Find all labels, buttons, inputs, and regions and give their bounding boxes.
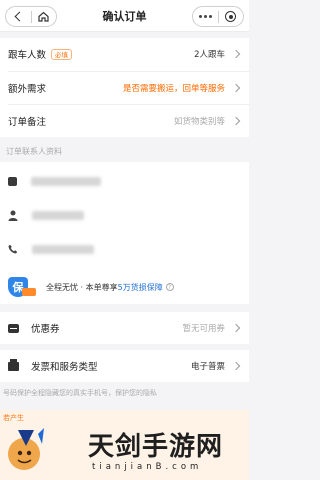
companions-value: 2人跟车 [194, 50, 225, 60]
more-button[interactable] [193, 7, 218, 26]
invoice-label: 发票和服务类型 [31, 362, 98, 373]
blurred-name [32, 210, 84, 220]
row-extra-requirements[interactable]: 额外需求 是否需要搬运，回单等服务 [0, 72, 249, 104]
required-badge: 必填 [51, 48, 73, 60]
watermark-title: 天剑手游网 [88, 432, 224, 462]
coupon-card: 优惠券 暂无可用券 [0, 312, 249, 344]
mini-program-capsule [192, 6, 244, 27]
phone-icon [8, 244, 18, 254]
guarantee-banner[interactable]: 保 全程无忧 · 本单尊享5万货损保障? [0, 270, 249, 304]
remark-label: 订单备注 [8, 117, 47, 128]
contact-card [0, 162, 249, 270]
watermark-logo [8, 428, 44, 470]
blurred-time [31, 176, 101, 186]
truck-icon [22, 288, 36, 296]
contact-time-row[interactable] [0, 164, 249, 198]
row-remark[interactable]: 订单备注 如货物类别等 [0, 105, 249, 137]
watermark-url: tianjianB.com [92, 462, 203, 472]
coupon-value: 暂无可用券 [182, 324, 225, 334]
companions-label: 跟车人数 [8, 50, 47, 61]
contact-name-row[interactable] [0, 198, 249, 232]
chevron-right-icon [231, 323, 241, 333]
remark-value: 如货物类别等 [173, 117, 225, 127]
guarantee-text: 全程无忧 · 本单尊享5万货损保障? [46, 282, 174, 293]
coupon-label: 优惠券 [31, 324, 60, 335]
extra-label: 额外需求 [8, 84, 47, 95]
close-button[interactable] [219, 7, 244, 26]
chevron-right-icon [231, 361, 241, 371]
person-icon [8, 210, 18, 221]
target-icon [225, 11, 237, 22]
chevron-right-icon [231, 116, 241, 126]
nav-bar: 确认订单 [0, 0, 249, 32]
invoice-value: 电子普票 [190, 362, 225, 372]
help-icon[interactable]: ? [165, 283, 174, 291]
order-card: 跟车人数 必填 2人跟车 额外需求 是否需要搬运，回单等服务 订单备注 如货物类… [0, 38, 249, 137]
invoice-card: 发票和服务类型 电子普票 [0, 350, 249, 382]
watermark: 天剑手游网 tianjianB.com [0, 418, 249, 480]
guarantee-prefix: 全程无忧 · 本单尊享 [46, 282, 118, 292]
more-dots-icon [198, 15, 212, 18]
contact-section-label: 订单联系人资料 [6, 147, 62, 156]
privacy-notice: 号码保护全程隐藏您的真实手机号，保护您的隐私 [3, 389, 157, 397]
contact-phone-row[interactable] [0, 232, 249, 266]
chevron-right-icon [231, 49, 241, 59]
row-companions[interactable]: 跟车人数 必填 2人跟车 [0, 38, 249, 70]
guarantee-highlight: 5万货损保障 [117, 282, 163, 292]
extra-value: 是否需要搬运，回单等服务 [122, 84, 225, 94]
chevron-right-icon [231, 83, 241, 93]
blurred-phone [32, 244, 94, 254]
row-invoice[interactable]: 发票和服务类型 电子普票 [0, 350, 249, 382]
printer-icon [8, 358, 19, 371]
row-coupon[interactable]: 优惠券 暂无可用券 [0, 312, 249, 344]
coupon-icon [8, 323, 19, 333]
calendar-icon [8, 176, 17, 186]
